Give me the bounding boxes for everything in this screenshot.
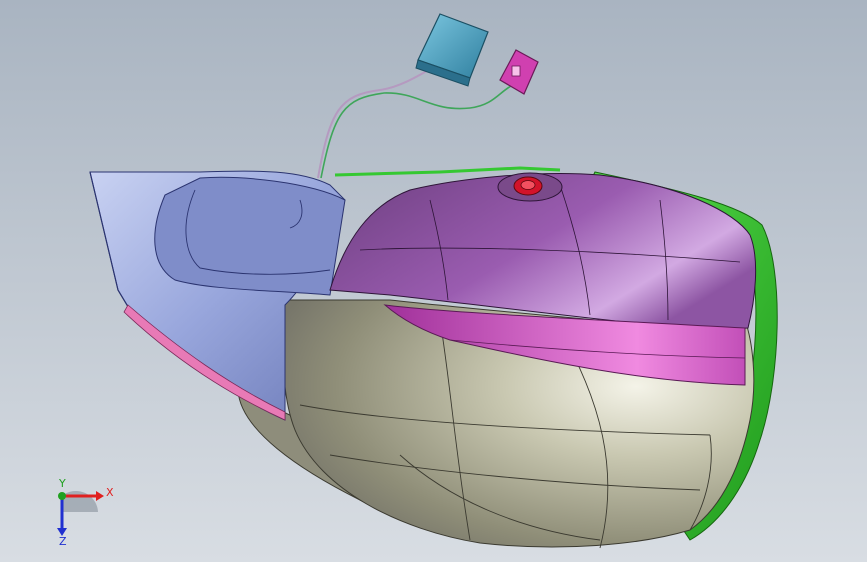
- y-axis-label: Y: [59, 477, 66, 490]
- x-axis-label: X: [106, 486, 114, 499]
- z-axis-label: Z: [59, 535, 67, 548]
- y-axis-dot: [58, 492, 66, 500]
- 3d-viewport[interactable]: X Y Z: [0, 0, 867, 562]
- connector-block-cyan[interactable]: [415, 13, 489, 87]
- power-button[interactable]: [497, 172, 563, 202]
- orientation-triad[interactable]: X Y Z: [40, 478, 120, 548]
- scoop-inner: [154, 176, 346, 296]
- cad-model[interactable]: [0, 0, 867, 562]
- connector-plug-magenta[interactable]: [499, 49, 539, 95]
- wire-harness[interactable]: [317, 59, 516, 179]
